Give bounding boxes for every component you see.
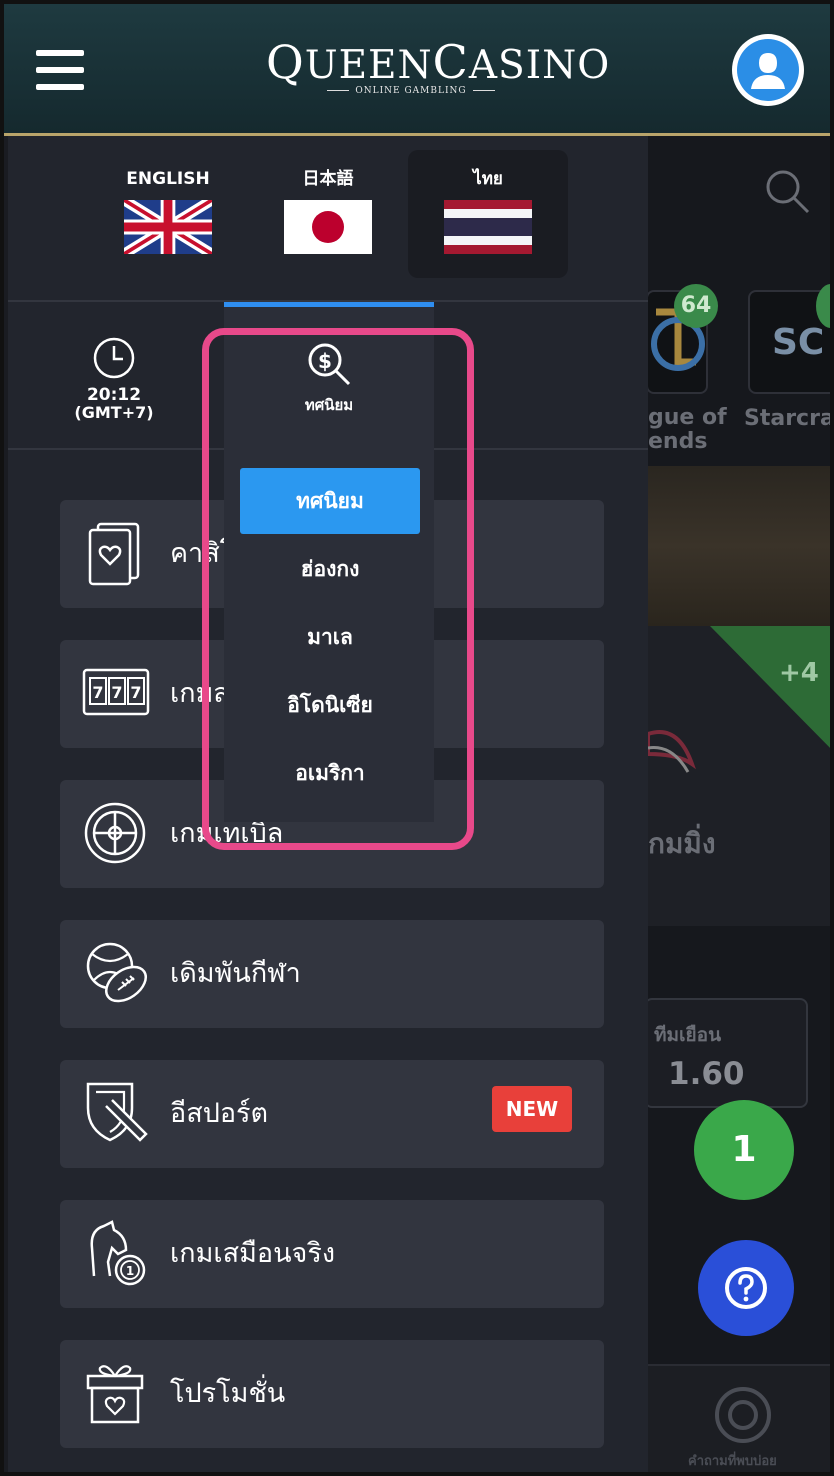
game-title-starcraft: Starcraft [744, 406, 834, 431]
new-badge: NEW [492, 1086, 572, 1132]
svg-text:7: 7 [111, 683, 122, 702]
menu-item-label: อีสปอร์ต [170, 1098, 269, 1129]
help-question-icon [725, 1267, 767, 1309]
esports-shield-icon [86, 1082, 148, 1142]
corner-ribbon [710, 626, 830, 756]
odds-button-away[interactable]: ทีมเยือน 1.60 [644, 998, 808, 1108]
menu-item-promotions[interactable]: โปรโมชั่น [60, 1340, 604, 1448]
team-logo-icon [648, 730, 696, 773]
game-title-lol: gue of ends [648, 405, 727, 454]
hamburger-icon[interactable] [36, 50, 84, 90]
clock-widget: 20:12 (GMT+7) [68, 336, 160, 422]
chat-count-button[interactable]: 1 [694, 1100, 794, 1200]
slot-machine-icon: 7 7 7 [82, 668, 150, 716]
cards-icon [88, 522, 140, 586]
language-thai[interactable]: ไทย [408, 150, 568, 278]
svg-text:7: 7 [92, 683, 103, 702]
clock-icon [93, 337, 135, 379]
faq-label[interactable]: คำถามที่พบบ่อย [688, 1450, 777, 1471]
search-icon[interactable] [764, 168, 810, 214]
menu-item-sports[interactable]: เดิมพันกีฬา [60, 920, 604, 1028]
menu-item-label: เกมเสมือนจริง [170, 1238, 336, 1269]
match-banner-image [648, 466, 830, 626]
language-japanese[interactable]: 日本語 [248, 150, 408, 278]
odds-team-label: ทีมเยือน [654, 1024, 722, 1046]
match-title: กมมิ่ง [648, 827, 716, 860]
more-markets-badge: +4 [779, 658, 819, 688]
uk-flag-icon [121, 195, 215, 259]
sports-balls-icon [86, 942, 147, 1003]
language-selector: ENGLISH 日本語 ไทย [8, 136, 648, 302]
svg-text:1: 1 [126, 1264, 134, 1278]
menu-item-label: เดิมพันกีฬา [170, 958, 301, 989]
thailand-flag-icon [444, 200, 532, 254]
odds-value: 1.60 [668, 1056, 745, 1092]
language-english[interactable]: ENGLISH [88, 150, 248, 278]
queen-casino-logo[interactable]: QUEENCASINO ONLINE GAMBLING [266, 39, 609, 96]
bottom-nav: คำถามที่พบบ่อย [648, 1364, 830, 1472]
clock-timezone: (GMT+7) [74, 403, 154, 422]
top-header: QUEENCASINO ONLINE GAMBLING [4, 4, 830, 136]
count-badge: 64 [674, 284, 718, 328]
horse-racing-icon: 1 [90, 1220, 146, 1286]
lifebuoy-icon[interactable] [714, 1386, 772, 1444]
highlight-annotation [202, 328, 474, 850]
menu-item-esports[interactable]: อีสปอร์ต NEW [60, 1060, 604, 1168]
help-button[interactable] [698, 1240, 794, 1336]
gift-icon [86, 1365, 144, 1424]
japan-flag-icon [284, 200, 372, 254]
menu-item-label: โปรโมชั่น [170, 1378, 286, 1409]
clock-time: 20:12 [86, 385, 142, 405]
roulette-icon [84, 802, 146, 864]
user-avatar-icon[interactable] [732, 34, 804, 106]
svg-text:7: 7 [130, 683, 141, 702]
menu-item-virtual-games[interactable]: 1 เกมเสมือนจริง [60, 1200, 604, 1308]
svg-text:SC: SC [772, 322, 824, 363]
app-frame: 64 SC gue of ends Starcraft +4 กมมิ่ง ที… [0, 0, 834, 1476]
